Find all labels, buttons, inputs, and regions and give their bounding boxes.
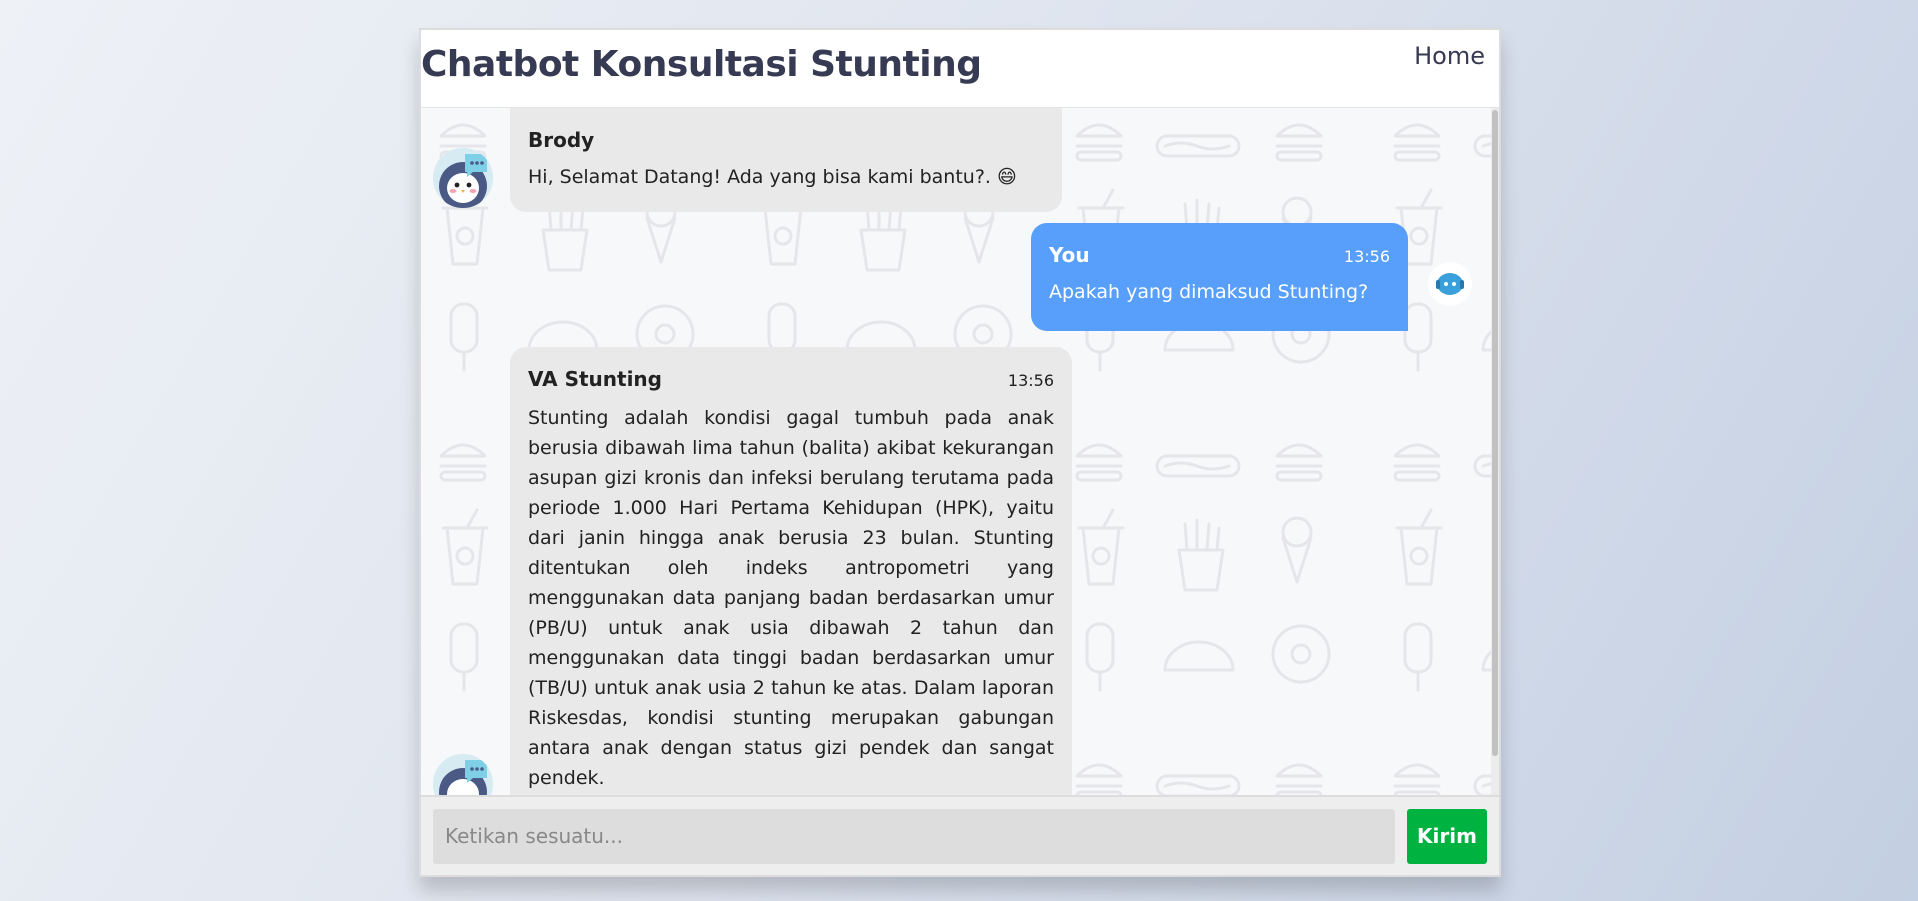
chat-bubble-icon <box>1436 273 1464 295</box>
chat-header: Chatbot Konsultasi Stunting Home <box>421 30 1499 108</box>
message-sender: You <box>1049 243 1090 267</box>
bot-message-bubble: Brody Hi, Selamat Datang! Ada yang bisa … <box>510 108 1062 212</box>
scrollbar-thumb[interactable] <box>1492 110 1498 756</box>
nav-home-link[interactable]: Home <box>1414 42 1485 70</box>
message-text: Hi, Selamat Datang! Ada yang bisa kami b… <box>528 166 1017 188</box>
send-button[interactable]: Kirim <box>1407 808 1487 864</box>
penguin-bot-icon <box>433 148 493 208</box>
message-text: Stunting adalah kondisi gagal tumbuh pad… <box>528 407 1054 789</box>
bot-message-bubble: VA Stunting 13:56 Stunting adalah kondis… <box>510 347 1072 795</box>
message-input[interactable] <box>433 808 1395 864</box>
message-time: 13:56 <box>1007 371 1054 390</box>
page-title: Chatbot Konsultasi Stunting <box>421 44 982 85</box>
chat-scrollbar[interactable] <box>1491 108 1499 795</box>
chat-messages-area[interactable]: Brody Hi, Selamat Datang! Ada yang bisa … <box>421 108 1499 795</box>
bot-avatar <box>433 148 493 208</box>
message-input-bar: Kirim <box>421 795 1499 875</box>
message-sender: Brody <box>528 128 595 152</box>
chat-window: Chatbot Konsultasi Stunting Home Brody H… <box>419 28 1501 877</box>
message-time: 13:56 <box>1343 247 1390 266</box>
user-message-bubble: You 13:56 Apakah yang dimaksud Stunting? <box>1031 223 1408 331</box>
user-avatar <box>1428 262 1472 306</box>
message-text: Apakah yang dimaksud Stunting? <box>1049 281 1369 303</box>
message-sender: VA Stunting <box>528 367 662 391</box>
